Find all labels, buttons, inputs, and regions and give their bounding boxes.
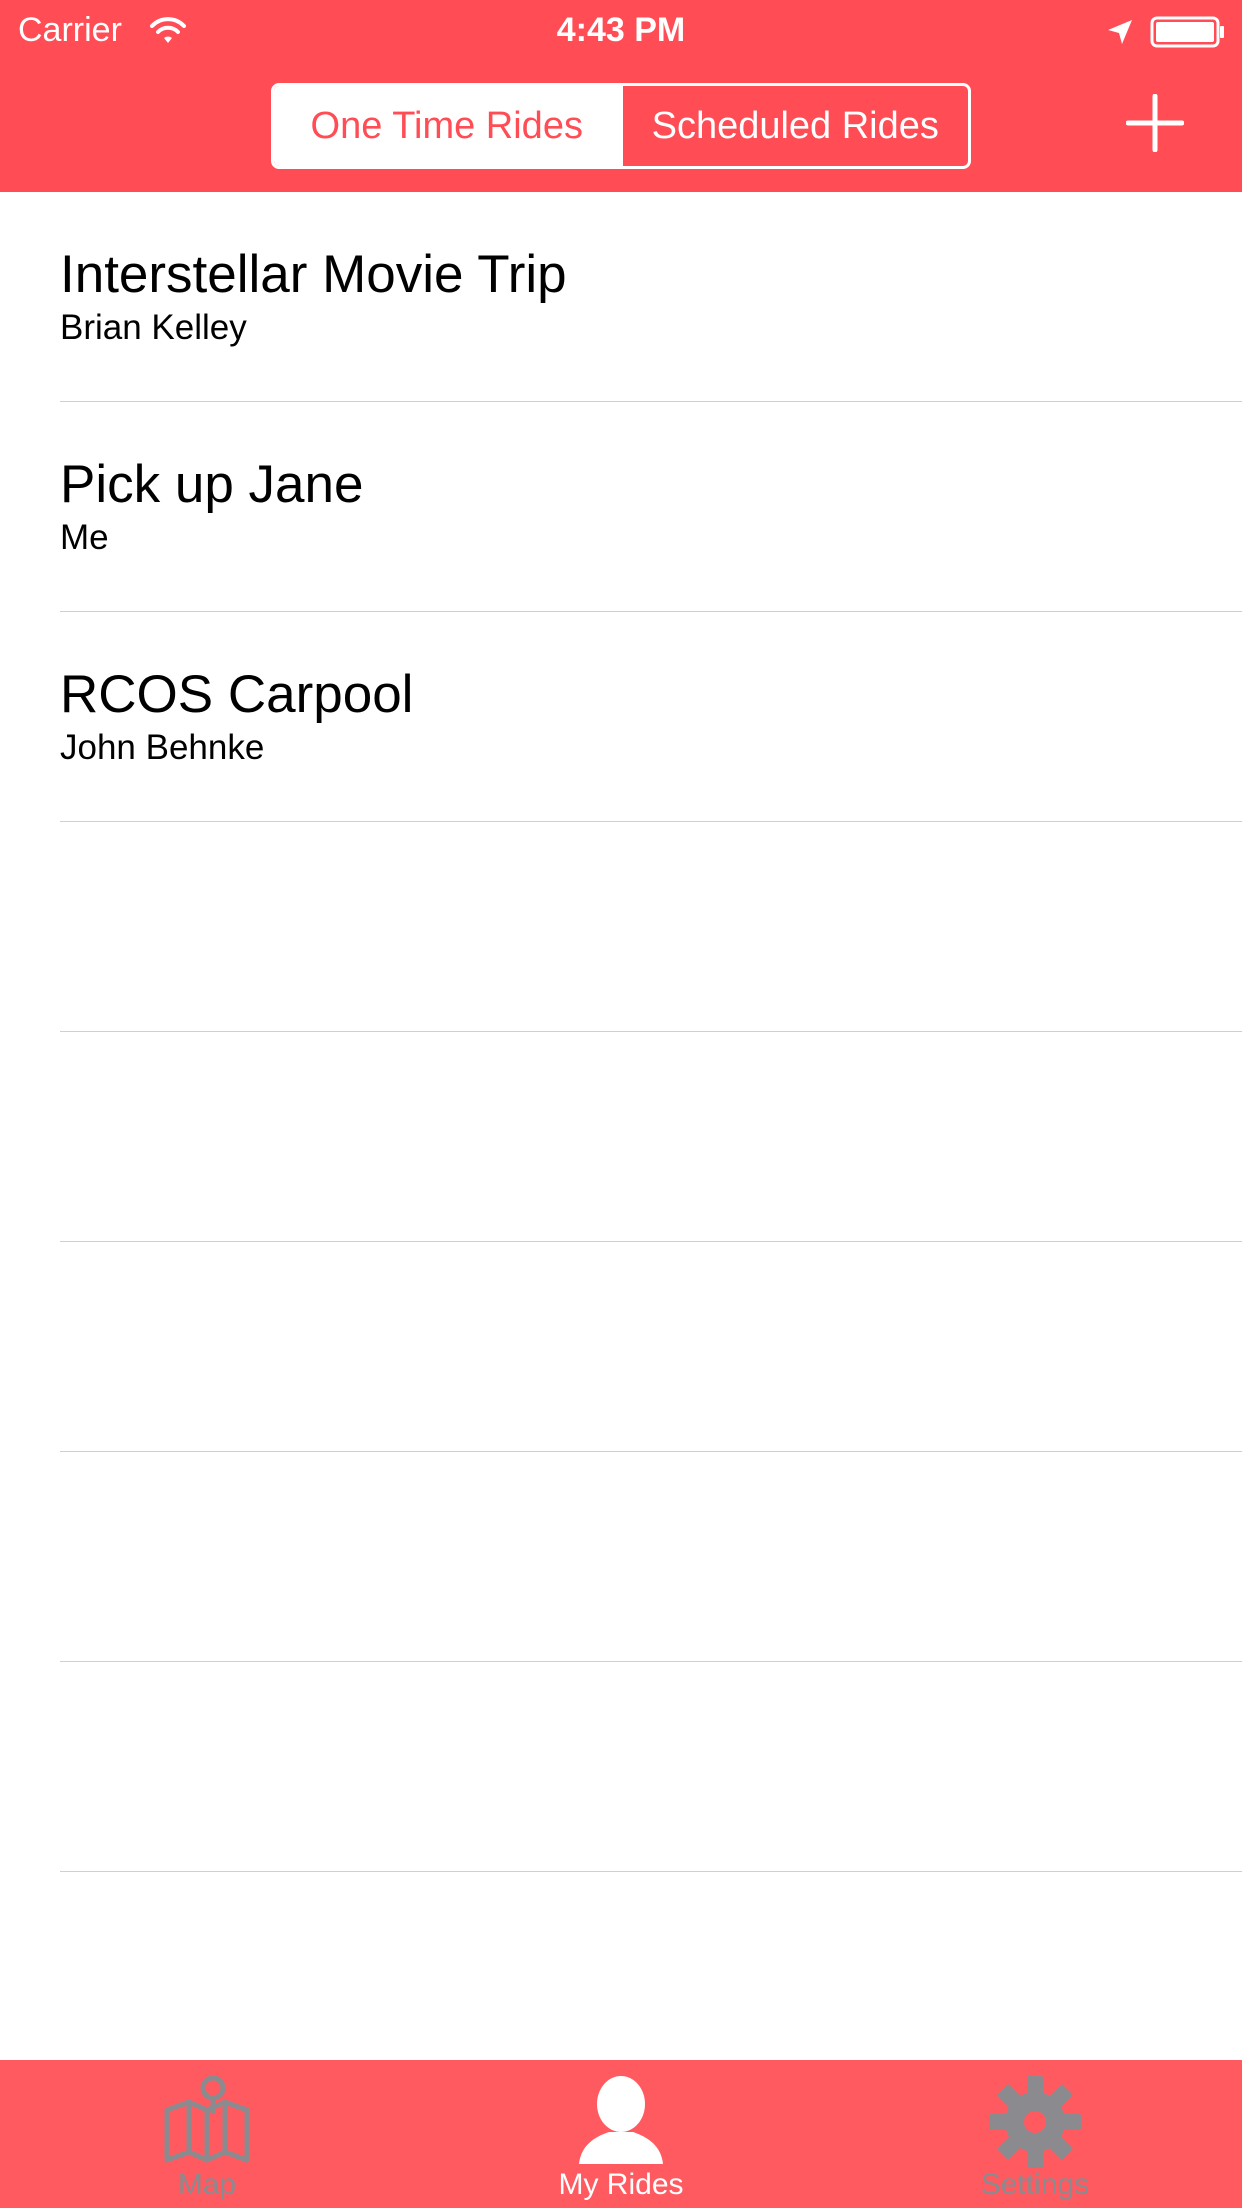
gear-icon [987,2074,1083,2170]
ride-title: Pick up Jane [60,455,364,514]
plus-icon [1126,94,1184,152]
tab-my-rides[interactable]: My Rides [414,2060,828,2208]
ride-type-segmented-control: One Time Rides Scheduled Rides [271,83,971,169]
my-rides-screen: Carrier 4:43 PM One Time Rides Scheduled… [0,0,1242,2208]
status-time: 4:43 PM [556,11,686,49]
ride-row[interactable]: Interstellar Movie Trip Brian Kelley [0,192,1242,402]
ride-owner: Me [60,518,109,557]
ride-title: Interstellar Movie Trip [60,245,567,304]
rides-list: Interstellar Movie Trip Brian Kelley Pic… [0,192,1242,2060]
add-ride-button[interactable] [1126,94,1184,152]
empty-row [0,822,1242,1032]
empty-row [0,1032,1242,1242]
ride-owner: John Behnke [60,728,265,767]
empty-row [0,1242,1242,1452]
segment-label: One Time Rides [310,105,583,147]
ride-title: RCOS Carpool [60,665,414,724]
location-arrow-icon [1106,18,1134,46]
tab-label: Settings [980,2168,1090,2201]
ride-owner: Brian Kelley [60,308,247,347]
segment-label: Scheduled Rides [651,105,939,147]
tab-label: Map [177,2168,237,2201]
map-icon [159,2074,255,2170]
tab-settings[interactable]: Settings [828,2060,1242,2208]
header: Carrier 4:43 PM One Time Rides Scheduled… [0,0,1242,192]
empty-row [0,1662,1242,1872]
tab-label: My Rides [558,2168,684,2201]
ride-row[interactable]: RCOS Carpool John Behnke [0,612,1242,822]
ride-row[interactable]: Pick up Jane Me [0,402,1242,612]
segment-scheduled-rides[interactable]: Scheduled Rides [619,86,969,166]
person-icon [573,2074,669,2170]
status-bar: Carrier 4:43 PM [0,0,1242,60]
row-separator [60,1871,1242,1872]
battery-icon [1150,16,1226,48]
tab-bar: Map My Rides Settings [0,2060,1242,2208]
empty-row [0,1452,1242,1662]
segment-one-time-rides[interactable]: One Time Rides [274,86,620,166]
tab-map[interactable]: Map [0,2060,414,2208]
